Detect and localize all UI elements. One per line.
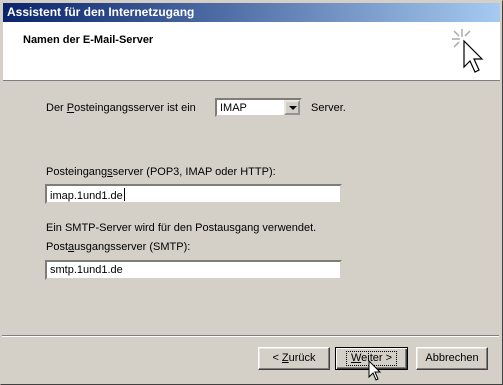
mouse-pointer-icon	[368, 360, 382, 381]
incoming-server-input[interactable]: imap.1und1.de	[45, 184, 342, 204]
cancel-button[interactable]: Abbrechen	[416, 347, 488, 370]
incoming-type-label: Der Posteingangsserver ist ein	[46, 102, 196, 114]
page-title: Namen der E-Mail-Server	[23, 34, 154, 46]
title-bar[interactable]: Assistent für den Internetzugang	[3, 3, 500, 22]
server-suffix-label: Server.	[311, 102, 346, 114]
incoming-server-type-select[interactable]: IMAP	[215, 98, 302, 117]
incoming-server-type-value: IMAP	[220, 102, 247, 114]
dropdown-button[interactable]	[284, 100, 300, 115]
chevron-down-icon	[289, 106, 297, 110]
text-caret	[123, 188, 125, 201]
window-title: Assistent für den Internetzugang	[7, 5, 195, 19]
wizard-header: Namen der E-Mail-Server	[3, 22, 500, 81]
smtp-note: Ein SMTP-Server wird für den Postausgang…	[46, 222, 317, 234]
incoming-server-value: imap.1und1.de	[50, 190, 123, 202]
wizard-sparkle-icon	[452, 29, 484, 73]
back-button[interactable]: < Zurück	[258, 347, 330, 370]
outgoing-server-value: smtp.1und1.de	[50, 264, 123, 276]
outgoing-server-input[interactable]: smtp.1und1.de	[45, 260, 342, 280]
outgoing-server-label: Postausgangsserver (SMTP):	[46, 241, 191, 253]
incoming-server-label: Posteingangsserver (POP3, IMAP oder HTTP…	[46, 166, 276, 178]
